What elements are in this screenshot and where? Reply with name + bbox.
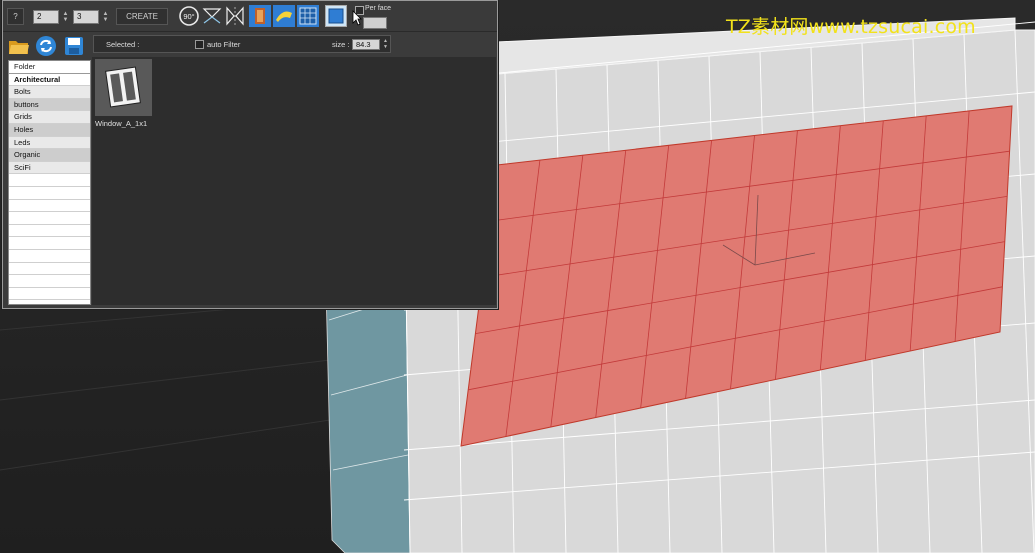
empty-row xyxy=(9,288,90,301)
spinner-b[interactable]: 3 ▲ ▼ xyxy=(73,10,108,24)
empty-row xyxy=(9,225,90,238)
create-button[interactable]: CREATE xyxy=(116,8,168,25)
empty-row xyxy=(9,250,90,263)
empty-row xyxy=(9,263,90,276)
asset-browser: Window_A_1x1 xyxy=(92,57,496,305)
folder-list: Folder Architectural Bolts buttons Grids… xyxy=(8,60,91,305)
mirror-icon[interactable] xyxy=(201,5,223,27)
flip-icon[interactable] xyxy=(224,5,246,27)
grid-icon[interactable] xyxy=(297,5,319,27)
spinner-b-arrows-icon[interactable]: ▲ ▼ xyxy=(101,11,110,23)
selected-label: Selected : xyxy=(106,40,140,49)
size-label: size : xyxy=(332,40,350,49)
open-folder-button[interactable] xyxy=(8,36,30,56)
folder-list-header: Folder xyxy=(9,61,90,74)
folder-item-bolts[interactable]: Bolts xyxy=(9,86,90,99)
empty-row xyxy=(9,275,90,288)
spinner-a-arrows-icon[interactable]: ▲ ▼ xyxy=(61,11,70,23)
selection-bar: Selected : auto Filter size : 84.3 ▲ ▼ xyxy=(93,35,391,53)
save-icon xyxy=(65,37,83,55)
save-button[interactable] xyxy=(63,35,85,57)
empty-row xyxy=(9,187,90,200)
size-spinner[interactable]: 84.3 xyxy=(352,39,380,50)
refresh-icon xyxy=(36,36,56,56)
folder-item-buttons[interactable]: buttons xyxy=(9,98,90,112)
folder-open-icon xyxy=(9,41,29,54)
folder-item-leds[interactable]: Leds xyxy=(9,136,90,150)
curve-icon[interactable] xyxy=(273,5,295,27)
size-value: 84.3 xyxy=(356,40,371,49)
per-face-spinner[interactable] xyxy=(363,17,387,29)
frame-icon[interactable] xyxy=(325,5,347,27)
folder-item-scifi[interactable]: SciFi xyxy=(9,161,90,175)
spinner-b-value: 3 xyxy=(77,12,82,21)
door-icon[interactable] xyxy=(249,5,271,27)
tool-panel: ? 2 ▲ ▼ 3 ▲ ▼ CREATE 90° Per face Select… xyxy=(2,0,498,309)
folder-item-holes[interactable]: Holes xyxy=(9,123,90,137)
auto-filter-checkbox[interactable] xyxy=(195,40,204,49)
rotate-90-label: 90° xyxy=(183,12,194,21)
watermark-text: TZ素材网www.tzsucai.com xyxy=(726,16,976,38)
empty-row xyxy=(9,212,90,225)
refresh-button[interactable] xyxy=(35,35,57,57)
folder-item-grids[interactable]: Grids xyxy=(9,111,90,124)
per-face-label: Per face xyxy=(365,5,392,12)
mouse-cursor-icon xyxy=(352,10,362,26)
panel-toolbar: ? 2 ▲ ▼ 3 ▲ ▼ CREATE 90° Per face xyxy=(3,1,497,32)
spinner-a-value: 2 xyxy=(37,12,42,21)
empty-row xyxy=(9,237,90,250)
empty-row xyxy=(9,174,90,187)
auto-filter-label: auto Filter xyxy=(207,40,241,49)
asset-name: Window_A_1x1 xyxy=(95,119,148,128)
folder-item-organic[interactable]: Organic xyxy=(9,149,90,162)
spinner-a[interactable]: 2 ▲ ▼ xyxy=(33,10,68,24)
size-spinner-arrows-icon[interactable]: ▲ ▼ xyxy=(383,38,388,50)
asset-thumbnail[interactable] xyxy=(95,59,152,116)
empty-row xyxy=(9,300,90,304)
empty-row xyxy=(9,200,90,213)
window-icon xyxy=(95,59,152,116)
help-button[interactable]: ? xyxy=(7,8,24,25)
rotate-90-icon[interactable]: 90° xyxy=(178,5,200,27)
folder-item-architectural[interactable]: Architectural xyxy=(9,74,90,87)
